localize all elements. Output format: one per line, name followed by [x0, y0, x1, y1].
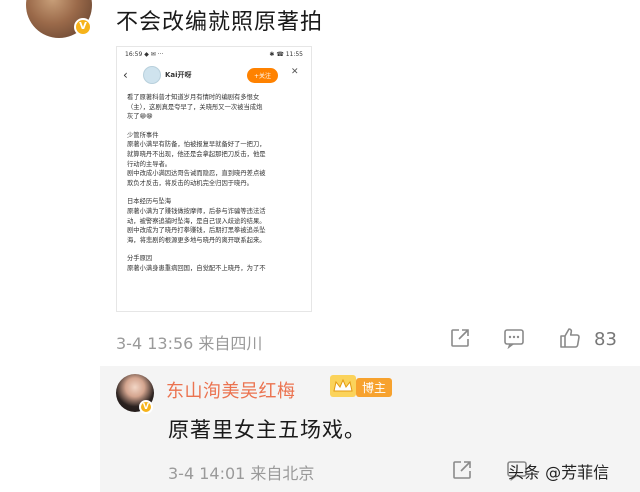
- comment-text: 不会改编就照原著拍: [116, 10, 324, 35]
- watermark: 头条 @芳菲信: [508, 463, 610, 482]
- article-line: 剧中改成为了晓丹打拳赚钱，后期打黑拳被追杀坠: [127, 227, 266, 235]
- share-icon: [451, 329, 469, 347]
- thumbs-up-icon: [560, 328, 580, 348]
- like-button[interactable]: [557, 325, 583, 351]
- verified-badge-icon: V: [139, 400, 153, 414]
- screenshot-account-name: Kai开呀: [165, 71, 192, 79]
- reply-meta: 3-4 14:01 来自北京: [168, 460, 314, 484]
- close-icon: ✕: [291, 67, 299, 77]
- article-line: 动，被警察追捕时坠海，是自己误入歧途的结果。: [127, 217, 266, 225]
- comment-time: 3-4 13:56: [116, 334, 194, 353]
- reply-location: 来自北京: [250, 464, 315, 483]
- article-heading: 日本经历与坠海: [127, 198, 172, 206]
- article-line: 剧中改成小满因达哥告诫而隐忍，直到晓丹差点被: [127, 170, 266, 178]
- article-line: 灰了😁😁: [127, 113, 153, 121]
- article-line: 看了原著科普才知道岁月有情时的编剧有多恨女: [127, 94, 260, 101]
- screenshot-article-body: 看了原著科普才知道岁月有情时的编剧有多恨女 （主），这剧真是夸早了，关晓彤又一次…: [117, 89, 311, 274]
- reply-author-name[interactable]: 东山洵美吴红梅: [166, 377, 296, 403]
- article-line: （主），这剧真是夸早了，关晓彤又一次被当成炮: [127, 103, 263, 111]
- reply-text: 原著里女主五场戏。: [168, 418, 366, 442]
- screenshot-status-right: ✱ ☎ 11:55: [269, 50, 303, 58]
- article-line: 行动的主导者。: [127, 160, 172, 168]
- crown-icon: [330, 375, 356, 397]
- comment-location: 来自四川: [198, 334, 263, 353]
- reply-share-button[interactable]: [450, 458, 474, 482]
- article-line: 就算晓丹不出现，他还是会拿起那把刀反击，他是: [127, 150, 266, 158]
- reply-button[interactable]: [502, 326, 526, 350]
- share-button[interactable]: [448, 326, 472, 350]
- comment-meta: 3-4 13:56 来自四川: [116, 330, 262, 354]
- screenshot-status-bar: 16:59 ◆ ✉ ··· ✱ ☎ 11:55: [117, 47, 311, 61]
- article-line: 原著小满身患重病回国，自觉配不上晓丹，为了不: [127, 264, 266, 272]
- comment-icon: [504, 329, 524, 349]
- screenshot-account-avatar: [143, 66, 161, 84]
- article-line: 原著小满早有防备，怕被报复早就备好了一把刀，: [127, 141, 266, 149]
- article-line: 海，将悲剧的根源更多地与晓丹的离开联系起来。: [127, 236, 266, 244]
- reply-time: 3-4 14:01: [168, 464, 246, 483]
- like-count: 83: [594, 329, 617, 350]
- attached-screenshot-image[interactable]: 16:59 ◆ ✉ ··· ✱ ☎ 11:55 ‹ Kai开呀 +关注 ✕ 看了…: [116, 46, 312, 312]
- article-heading: 少管所事件: [127, 131, 159, 139]
- screenshot-nav-bar: ‹ Kai开呀 +关注 ✕: [117, 61, 311, 89]
- screenshot-follow-button: +关注: [247, 68, 279, 83]
- article-heading: 分手原因: [127, 255, 153, 263]
- back-arrow-icon: ‹: [123, 68, 128, 82]
- share-icon: [453, 461, 471, 479]
- author-tag-badge: 博主: [356, 378, 393, 397]
- screenshot-status-left: 16:59 ◆ ✉ ···: [125, 50, 164, 58]
- verified-badge-icon: V: [74, 18, 92, 36]
- article-line: 原著小满为了赚钱做按摩师，后参与诈骗等违法活: [127, 207, 266, 215]
- article-line: 欺负才反击，将反击的动机完全归因于晓丹。: [127, 179, 253, 187]
